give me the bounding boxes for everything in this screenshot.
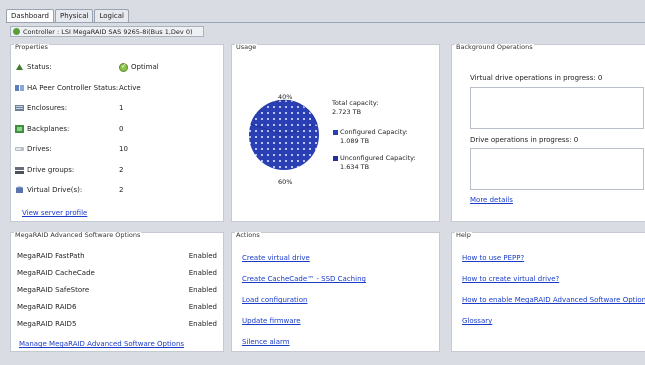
option-name: MegaRAID RAID5 bbox=[17, 320, 77, 328]
configured-legend-swatch bbox=[333, 130, 338, 135]
create-virtual-drive-link[interactable]: Create virtual drive bbox=[242, 254, 310, 262]
property-row-ha-peer: HA Peer Controller Status: Active bbox=[15, 83, 215, 93]
vd-operations-label: Virtual drive operations in progress: 0 bbox=[470, 74, 603, 82]
actions-panel: Actions Create virtual drive Create Cach… bbox=[231, 232, 440, 352]
drive-icon bbox=[15, 147, 24, 151]
ha-peer-icon bbox=[15, 85, 24, 91]
configured-capacity-value: 1.089 TB bbox=[340, 137, 370, 145]
controller-selector[interactable]: Controller : LSI MegaRAID SAS 9265-8i(Bu… bbox=[10, 26, 204, 37]
glossary-link[interactable]: Glossary bbox=[462, 317, 492, 325]
property-row-status: Status: Optimal bbox=[15, 62, 215, 72]
property-value: 0 bbox=[119, 125, 124, 133]
enclosure-icon bbox=[15, 105, 24, 111]
option-state: Enabled bbox=[188, 252, 217, 260]
tab-physical[interactable]: Physical bbox=[54, 9, 94, 22]
status-icon bbox=[16, 64, 23, 70]
virtual-drive-icon bbox=[16, 186, 23, 193]
list-item: MegaRAID RAID6 Enabled bbox=[17, 303, 217, 311]
option-state: Enabled bbox=[188, 269, 217, 277]
vd-operations-list[interactable] bbox=[470, 87, 644, 129]
background-operations-title: Background Operations bbox=[455, 43, 534, 51]
list-item: MegaRAID FastPath Enabled bbox=[17, 252, 217, 260]
usage-title: Usage bbox=[235, 43, 258, 51]
help-create-virtual-drive-link[interactable]: How to create virtual drive? bbox=[462, 275, 559, 283]
unconfigured-capacity-label: Unconfigured Capacity: bbox=[340, 154, 416, 162]
drive-group-icon bbox=[15, 167, 24, 174]
properties-panel: Properties Status: Optimal HA Peer Contr… bbox=[10, 44, 224, 222]
property-label: Status: bbox=[27, 63, 52, 71]
usage-panel: Usage 40% 60% Total capacity: 2.723 TB C… bbox=[231, 44, 440, 222]
property-row-drive-groups: Drive groups: 2 bbox=[15, 165, 215, 175]
option-name: MegaRAID CacheCade bbox=[17, 269, 95, 277]
help-enable-advanced-options-link[interactable]: How to enable MegaRAID Advanced Software… bbox=[462, 296, 645, 304]
property-row-enclosures: Enclosures: 1 bbox=[15, 103, 215, 113]
tab-divider bbox=[6, 22, 645, 23]
property-label: Drive groups: bbox=[27, 166, 75, 174]
property-label: Virtual Drive(s): bbox=[27, 186, 83, 194]
usage-pie-chart bbox=[249, 99, 319, 170]
total-capacity-value: 2.723 TB bbox=[332, 108, 362, 116]
option-state: Enabled bbox=[188, 303, 217, 311]
configured-capacity-label: Configured Capacity: bbox=[340, 128, 408, 136]
property-row-drives: Drives: 10 bbox=[15, 144, 215, 154]
property-label: Enclosures: bbox=[27, 104, 68, 112]
advanced-software-title: MegaRAID Advanced Software Options bbox=[14, 231, 142, 239]
manage-advanced-options-link[interactable]: Manage MegaRAID Advanced Software Option… bbox=[19, 340, 184, 348]
property-row-virtual-drives: Virtual Drive(s): 2 bbox=[15, 185, 215, 195]
property-value: Optimal bbox=[119, 62, 159, 72]
pie-bottom-percent: 60% bbox=[278, 178, 293, 186]
update-firmware-link[interactable]: Update firmware bbox=[242, 317, 301, 325]
advanced-software-panel: MegaRAID Advanced Software Options MegaR… bbox=[10, 232, 224, 352]
controller-label: Controller : LSI MegaRAID SAS 9265-8i(Bu… bbox=[23, 27, 193, 36]
create-cachecade-link[interactable]: Create CacheCade™ - SSD Caching bbox=[242, 275, 366, 283]
load-configuration-link[interactable]: Load configuration bbox=[242, 296, 307, 304]
property-value: 10 bbox=[119, 145, 128, 153]
option-name: MegaRAID SafeStore bbox=[17, 286, 90, 294]
backplane-icon bbox=[15, 125, 24, 133]
controller-icon bbox=[13, 28, 20, 35]
list-item: MegaRAID SafeStore Enabled bbox=[17, 286, 217, 294]
help-how-to-use-link[interactable]: How to use PEPP? bbox=[462, 254, 524, 262]
tab-dashboard[interactable]: Dashboard bbox=[6, 9, 54, 23]
tab-bar: Dashboard Physical Logical bbox=[6, 9, 130, 23]
actions-title: Actions bbox=[235, 231, 261, 239]
more-details-link[interactable]: More details bbox=[470, 196, 513, 204]
view-server-profile-link[interactable]: View server profile bbox=[22, 209, 87, 217]
property-label: HA Peer Controller Status: bbox=[27, 84, 119, 92]
option-state: Enabled bbox=[188, 286, 217, 294]
unconfigured-capacity-value: 1.634 TB bbox=[340, 163, 370, 171]
drive-operations-list[interactable] bbox=[470, 148, 644, 190]
drive-operations-label: Drive operations in progress: 0 bbox=[470, 136, 579, 144]
property-value: 1 bbox=[119, 104, 124, 112]
unconfigured-legend-swatch bbox=[333, 156, 338, 161]
help-panel: Help How to use PEPP? How to create virt… bbox=[451, 232, 645, 352]
background-operations-panel: Background Operations Virtual drive oper… bbox=[451, 44, 645, 222]
total-capacity-label: Total capacity: bbox=[332, 99, 379, 107]
list-item: MegaRAID RAID5 Enabled bbox=[17, 320, 217, 328]
list-item: MegaRAID CacheCade Enabled bbox=[17, 269, 217, 277]
property-value: 2 bbox=[119, 166, 124, 174]
pie-top-percent: 40% bbox=[278, 93, 293, 101]
option-state: Enabled bbox=[188, 320, 217, 328]
option-name: MegaRAID FastPath bbox=[17, 252, 85, 260]
property-value: 2 bbox=[119, 186, 124, 194]
property-value: Active bbox=[119, 84, 141, 92]
silence-alarm-link[interactable]: Silence alarm bbox=[242, 338, 290, 346]
help-title: Help bbox=[455, 231, 472, 239]
property-row-backplanes: Backplanes: 0 bbox=[15, 124, 215, 134]
optimal-check-icon bbox=[119, 62, 128, 72]
properties-title: Properties bbox=[14, 43, 49, 51]
tab-logical[interactable]: Logical bbox=[94, 9, 129, 22]
property-label: Drives: bbox=[27, 145, 52, 153]
property-label: Backplanes: bbox=[27, 125, 70, 133]
option-name: MegaRAID RAID6 bbox=[17, 303, 77, 311]
